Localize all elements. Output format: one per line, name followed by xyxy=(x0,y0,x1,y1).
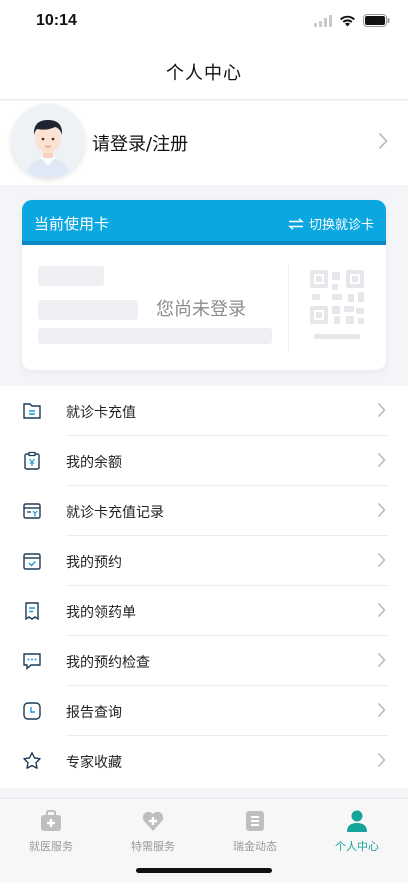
menu-item-label: 就诊卡充值记录 xyxy=(66,505,164,521)
menu-item-appointments[interactable]: 我的预约 xyxy=(0,536,408,586)
switch-card-label: 切换就诊卡 xyxy=(308,218,374,233)
tab-label: 就医服务 xyxy=(29,840,73,853)
swap-icon xyxy=(288,217,304,230)
tab-ruijin-news[interactable]: 瑞金动态 xyxy=(204,809,306,853)
placeholder-bar xyxy=(38,300,138,320)
menu-item-label: 就诊卡充值 xyxy=(66,405,136,421)
menu-item-label: 我的预约 xyxy=(66,555,122,571)
star-icon xyxy=(23,752,41,769)
wallet-yen-icon xyxy=(24,451,40,470)
status-bar: 10:14 xyxy=(0,0,408,44)
tab-label: 个人中心 xyxy=(335,840,379,853)
status-icons xyxy=(314,14,390,27)
chat-dots-icon xyxy=(23,653,41,671)
wifi-icon xyxy=(340,15,355,26)
placeholder-bar xyxy=(38,266,104,286)
tab-label: 特需服务 xyxy=(131,840,175,853)
chevron-right-icon xyxy=(377,552,386,568)
page-title: 个人中心 xyxy=(166,62,242,84)
menu-item-balance[interactable]: 我的余额 xyxy=(0,436,408,486)
medical-card-panel: 当前使用卡 切换就诊卡 您尚未登录 xyxy=(22,200,386,370)
login-register-link[interactable]: 请登录/注册 xyxy=(92,130,188,156)
menu-item-exam-appointments[interactable]: 我的预约检查 xyxy=(0,636,408,686)
menu-item-recharge-record[interactable]: 就诊卡充值记录 xyxy=(0,486,408,536)
chevron-right-icon xyxy=(377,752,386,768)
profile-page: 10:14 个人中心 请登录/注册 当前使用卡 切换就诊卡 您尚未登录 就诊卡充… xyxy=(0,0,408,883)
tab-personal-center[interactable]: 个人中心 xyxy=(306,809,408,853)
chevron-right-icon xyxy=(377,402,386,418)
receipt-icon xyxy=(25,602,39,621)
menu-item-card-recharge[interactable]: 就诊卡充值 xyxy=(0,386,408,436)
menu-item-label: 专家收藏 xyxy=(66,755,122,771)
menu-item-label: 我的领药单 xyxy=(66,605,136,621)
person-icon xyxy=(347,810,367,832)
menu-list: 就诊卡充值 我的余额 就诊卡充值记录 我的预约 我的领药单 我的预约检查 报告查… xyxy=(0,386,408,788)
avatar[interactable] xyxy=(11,104,85,178)
nav-bar: 个人中心 xyxy=(0,44,408,100)
tab-special-services[interactable]: 特需服务 xyxy=(102,809,204,853)
calendar-check-icon xyxy=(23,553,41,570)
card-record-icon xyxy=(23,503,41,519)
tab-label: 瑞金动态 xyxy=(233,840,277,853)
signal-icon xyxy=(314,14,332,27)
placeholder-bar xyxy=(38,328,272,344)
menu-item-reports[interactable]: 报告查询 xyxy=(0,686,408,736)
menu-item-label: 我的余额 xyxy=(66,455,122,471)
chevron-right-icon xyxy=(377,652,386,668)
switch-card-button[interactable]: 切换就诊卡 xyxy=(288,214,374,233)
chevron-right-icon xyxy=(377,502,386,518)
chevron-right-icon xyxy=(377,602,386,618)
clock-icon xyxy=(23,702,41,720)
menu-item-prescriptions[interactable]: 我的领药单 xyxy=(0,586,408,636)
card-header: 当前使用卡 切换就诊卡 xyxy=(22,200,386,245)
menu-item-label: 报告查询 xyxy=(66,705,122,721)
menu-item-favorite-experts[interactable]: 专家收藏 xyxy=(0,736,408,786)
qr-code-icon xyxy=(310,270,364,339)
battery-icon xyxy=(363,14,390,27)
card-file-icon xyxy=(23,403,41,419)
heart-plus-icon xyxy=(142,811,164,831)
menu-item-label: 我的预约检查 xyxy=(66,655,150,671)
tab-medical-services[interactable]: 就医服务 xyxy=(0,809,102,853)
chevron-right-icon xyxy=(377,702,386,718)
home-indicator xyxy=(136,868,272,873)
not-logged-in-text: 您尚未登录 xyxy=(156,299,246,320)
chevron-right-icon xyxy=(377,452,386,468)
card-divider xyxy=(288,264,289,352)
status-time: 10:14 xyxy=(36,12,77,29)
card-title: 当前使用卡 xyxy=(34,215,110,233)
news-icon xyxy=(246,811,264,831)
default-avatar-icon xyxy=(11,104,85,178)
medical-case-icon xyxy=(41,810,61,831)
chevron-right-icon xyxy=(378,132,388,150)
